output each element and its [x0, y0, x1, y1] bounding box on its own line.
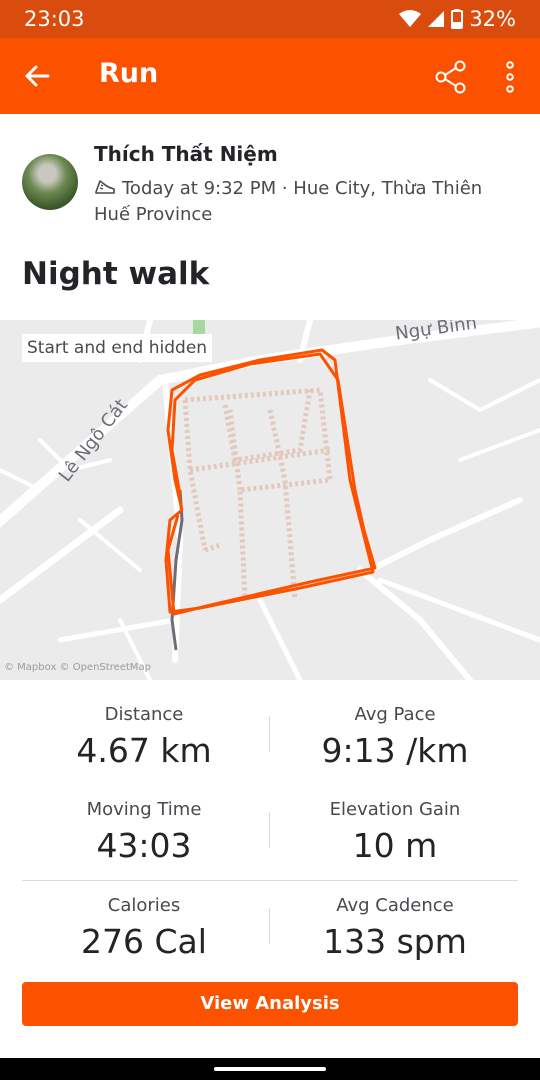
home-handle[interactable] — [214, 1067, 326, 1071]
divider — [22, 880, 518, 881]
map-canvas — [0, 320, 540, 680]
stat-moving-time: Moving Time 43:03 — [19, 799, 269, 865]
battery-icon — [451, 9, 464, 29]
stat-value: 43:03 — [96, 826, 192, 865]
activity-meta: Today at 9:32 PM · Hue City, Thừa Thiên … — [94, 176, 514, 228]
view-analysis-button[interactable]: View Analysis — [22, 982, 518, 1026]
stat-value: 276 Cal — [81, 922, 207, 961]
privacy-label: Start and end hidden — [22, 334, 213, 362]
stat-calories: Calories 276 Cal — [19, 895, 269, 961]
stat-label: Elevation Gain — [329, 799, 461, 820]
stat-label: Avg Pace — [354, 704, 436, 725]
athlete-name[interactable]: Thích Thất Niệm — [94, 142, 278, 166]
stat-avg-pace: Avg Pace 9:13 /km — [270, 704, 520, 770]
system-nav-bar — [0, 1058, 540, 1080]
stat-distance: Distance 4.67 km — [19, 704, 269, 770]
activity-header: Thích Thất Niệm Today at 9:32 PM · Hue C… — [0, 114, 540, 320]
map-attribution[interactable]: © Mapbox © OpenStreetMap — [4, 662, 151, 673]
stat-label: Distance — [104, 704, 184, 725]
stat-label: Moving Time — [86, 799, 202, 820]
page-title: Run — [99, 58, 159, 89]
stat-avg-cadence: Avg Cadence 133 spm — [270, 895, 520, 961]
arrow-left-icon[interactable] — [22, 61, 52, 91]
share-icon[interactable] — [434, 60, 468, 94]
status-time: 23:03 — [24, 7, 85, 31]
stat-label: Avg Cadence — [336, 895, 454, 916]
status-icons: 32% — [399, 7, 516, 31]
app-bar: Run — [0, 38, 540, 114]
activity-datetime-location: Today at 9:32 PM · Hue City, Thừa Thiên … — [94, 178, 483, 225]
stat-value: 133 spm — [323, 922, 467, 961]
avatar[interactable] — [22, 154, 78, 210]
stat-label: Calories — [107, 895, 181, 916]
wifi-icon — [399, 10, 422, 27]
activity-title: Night walk — [22, 256, 210, 292]
stat-value: 4.67 km — [76, 731, 212, 770]
battery-percent: 32% — [469, 7, 516, 31]
stat-elevation-gain: Elevation Gain 10 m — [270, 799, 520, 865]
shoe-icon — [95, 180, 115, 194]
stat-value: 10 m — [352, 826, 438, 865]
stat-value: 9:13 /km — [321, 731, 469, 770]
status-bar: 23:03 32% — [0, 0, 540, 38]
more-vert-icon[interactable] — [498, 60, 522, 94]
route-map[interactable]: Lê Ngô Cát Ngự Bình Start and end hidden… — [0, 320, 540, 680]
signal-icon — [428, 11, 445, 27]
